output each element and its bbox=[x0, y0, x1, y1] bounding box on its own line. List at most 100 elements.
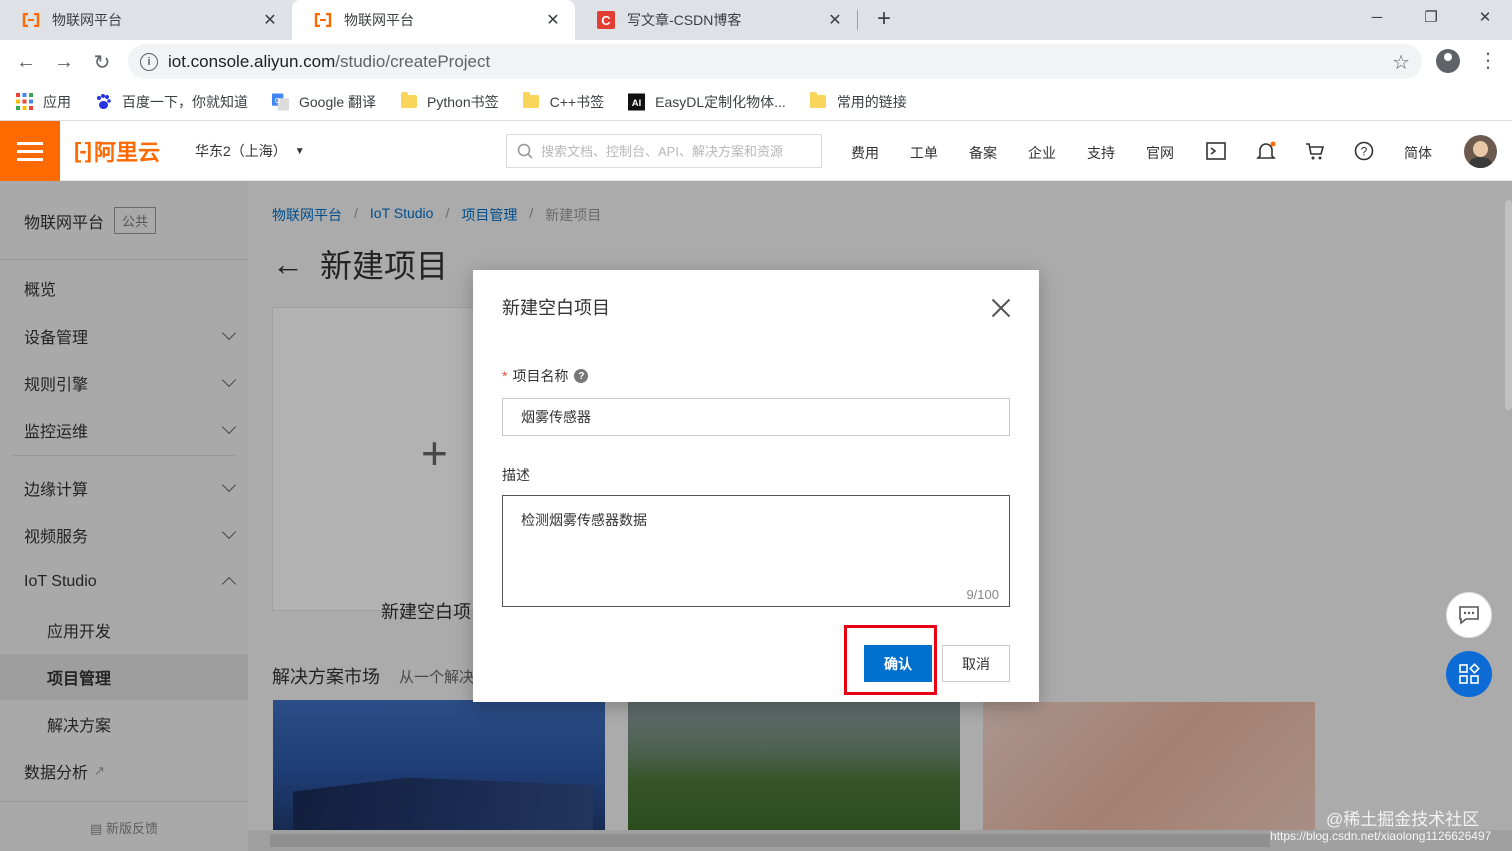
avatar[interactable] bbox=[1464, 135, 1497, 168]
console-search[interactable] bbox=[506, 134, 822, 168]
bookmark-common-links[interactable]: 常用的链接 bbox=[810, 92, 907, 112]
apps-grid-icon bbox=[16, 93, 33, 110]
tab-separator bbox=[857, 10, 858, 30]
nav-enterprise[interactable]: 企业 bbox=[1028, 143, 1056, 163]
watermark-text: @稀土掘金技术社区 bbox=[1326, 810, 1480, 829]
chat-icon bbox=[1459, 606, 1479, 625]
browser-toolbar: ← → ↻ i iot.console.aliyun.com/studio/cr… bbox=[0, 40, 1512, 83]
region-selector[interactable]: 华东2（上海） ▼ bbox=[195, 141, 305, 161]
aliyun-favicon-icon bbox=[22, 12, 40, 28]
annotation-highlight-box bbox=[844, 625, 937, 695]
tab-title: 物联网平台 bbox=[344, 12, 414, 28]
language-switch[interactable]: 简体 bbox=[1404, 143, 1432, 163]
aliyun-logo[interactable]: [-] 阿里云 bbox=[74, 137, 160, 165]
window-close-icon[interactable]: ✕ bbox=[1458, 0, 1512, 34]
back-icon[interactable]: ← bbox=[12, 48, 40, 76]
aliyun-logo-mark-icon: [-] bbox=[74, 138, 92, 163]
browser-tab-iot-2[interactable]: 物联网平台 ✕ bbox=[292, 0, 575, 40]
region-label: 华东2（上海） bbox=[195, 143, 287, 159]
help-icon[interactable]: ? bbox=[1352, 139, 1376, 163]
search-input[interactable] bbox=[541, 143, 811, 159]
bookmark-google-translate[interactable]: G Google 翻译 bbox=[272, 92, 376, 112]
bookmark-python[interactable]: Python书签 bbox=[400, 92, 499, 112]
bookmark-star-icon[interactable]: ☆ bbox=[1392, 50, 1410, 75]
bookmark-label: C++书签 bbox=[549, 93, 605, 110]
nav-icp[interactable]: 备案 bbox=[969, 143, 997, 163]
help-question-icon[interactable]: ? bbox=[574, 369, 589, 383]
project-name-input[interactable] bbox=[502, 398, 1010, 436]
close-tab-icon[interactable]: ✕ bbox=[262, 10, 278, 30]
browser-tab-strip: 物联网平台 ✕ 物联网平台 ✕ C 写文章-CSDN博客 ✕ + ─ ❐ ✕ bbox=[0, 0, 1512, 40]
minimize-icon[interactable]: ─ bbox=[1350, 0, 1404, 34]
svg-text:C: C bbox=[601, 13, 611, 28]
required-asterisk: * bbox=[502, 368, 508, 384]
ai-logo-icon: AI bbox=[628, 93, 646, 110]
hamburger-menu-icon[interactable] bbox=[0, 121, 60, 181]
bookmark-easydl[interactable]: AI EasyDL定制化物体... bbox=[628, 92, 786, 112]
bookmark-apps[interactable]: 应用 bbox=[16, 92, 71, 112]
notification-bell-icon[interactable] bbox=[1254, 139, 1278, 163]
close-tab-icon[interactable]: ✕ bbox=[545, 10, 561, 30]
cancel-button[interactable]: 取消 bbox=[942, 645, 1010, 682]
svg-text:G: G bbox=[275, 95, 281, 104]
svg-text:AI: AI bbox=[632, 97, 641, 108]
folder-icon bbox=[400, 92, 417, 110]
aliyun-favicon-icon bbox=[314, 12, 332, 28]
nav-support[interactable]: 支持 bbox=[1087, 143, 1115, 163]
nav-official-site[interactable]: 官网 bbox=[1146, 143, 1174, 163]
bookmark-label: 应用 bbox=[43, 93, 71, 110]
bookmark-cpp[interactable]: C++书签 bbox=[523, 92, 604, 112]
terminal-icon[interactable] bbox=[1204, 139, 1228, 163]
vertical-scrollbar[interactable] bbox=[1505, 200, 1512, 410]
browser-tab-iot-1[interactable]: 物联网平台 ✕ bbox=[0, 0, 292, 40]
folder-icon bbox=[523, 92, 540, 110]
new-blank-project-dialog: 新建空白项目 * 项目名称 ? 描述 检测烟雾传感器数据 9/100 确认 取消 bbox=[473, 270, 1039, 702]
bookmark-label: EasyDL定制化物体... bbox=[655, 93, 786, 110]
forward-icon[interactable]: → bbox=[50, 48, 78, 76]
browser-menu-icon[interactable]: ⋮ bbox=[1478, 48, 1498, 76]
svg-text:?: ? bbox=[1361, 145, 1368, 159]
folder-icon bbox=[810, 92, 827, 110]
address-bar[interactable]: i iot.console.aliyun.com/studio/createPr… bbox=[128, 44, 1422, 79]
close-tab-icon[interactable]: ✕ bbox=[827, 10, 843, 30]
dialog-title: 新建空白项目 bbox=[502, 298, 610, 318]
quick-apps-button[interactable] bbox=[1446, 651, 1492, 697]
csdn-favicon-icon: C bbox=[597, 11, 615, 29]
baidu-paw-icon bbox=[95, 93, 112, 110]
tab-title: 写文章-CSDN博客 bbox=[627, 12, 742, 28]
close-icon[interactable] bbox=[987, 294, 1015, 322]
google-translate-icon: G bbox=[272, 93, 289, 110]
apps-icon bbox=[1459, 663, 1480, 684]
description-label: 描述 bbox=[502, 465, 530, 485]
tab-title: 物联网平台 bbox=[52, 12, 122, 28]
description-label-text: 描述 bbox=[502, 467, 530, 483]
console-header: [-] 阿里云 华东2（上海） ▼ 费用 工单 备案 企业 支持 官网 ? 简体 bbox=[0, 121, 1512, 181]
description-textarea[interactable]: 检测烟雾传感器数据 bbox=[503, 496, 1009, 606]
project-name-label-text: 项目名称 bbox=[512, 368, 569, 384]
bookmark-baidu[interactable]: 百度一下，你就知道 bbox=[95, 92, 248, 112]
reload-icon[interactable]: ↻ bbox=[88, 48, 116, 76]
profile-icon[interactable] bbox=[1436, 49, 1460, 73]
bookmark-label: Google 翻译 bbox=[299, 93, 377, 110]
bookmarks-bar: 应用 百度一下，你就知道 G Google 翻译 Python书签 C++书签 … bbox=[0, 83, 1512, 121]
browser-tab-csdn[interactable]: C 写文章-CSDN博客 ✕ bbox=[575, 0, 857, 40]
description-field[interactable]: 检测烟雾传感器数据 9/100 bbox=[502, 495, 1010, 607]
search-icon bbox=[517, 143, 533, 159]
url-path: /studio/createProject bbox=[335, 51, 491, 71]
brand-name: 阿里云 bbox=[93, 140, 160, 165]
cart-icon[interactable] bbox=[1303, 139, 1327, 163]
url-host: iot.console.aliyun.com bbox=[168, 51, 336, 71]
nav-tickets[interactable]: 工单 bbox=[910, 143, 938, 163]
chat-button[interactable] bbox=[1446, 592, 1492, 638]
bookmark-label: 百度一下，你就知道 bbox=[122, 93, 248, 110]
char-counter: 9/100 bbox=[966, 587, 999, 602]
nav-fees[interactable]: 费用 bbox=[851, 143, 879, 163]
bookmark-label: Python书签 bbox=[427, 93, 499, 110]
project-name-label: * 项目名称 ? bbox=[502, 366, 589, 386]
bookmark-label: 常用的链接 bbox=[836, 93, 907, 110]
restore-icon[interactable]: ❐ bbox=[1404, 0, 1458, 34]
site-info-icon[interactable]: i bbox=[140, 52, 158, 71]
watermark-url: https://blog.csdn.net/xiaolong1126626497 bbox=[1270, 829, 1492, 843]
caret-down-icon: ▼ bbox=[294, 145, 305, 157]
new-tab-button[interactable]: + bbox=[870, 6, 898, 34]
